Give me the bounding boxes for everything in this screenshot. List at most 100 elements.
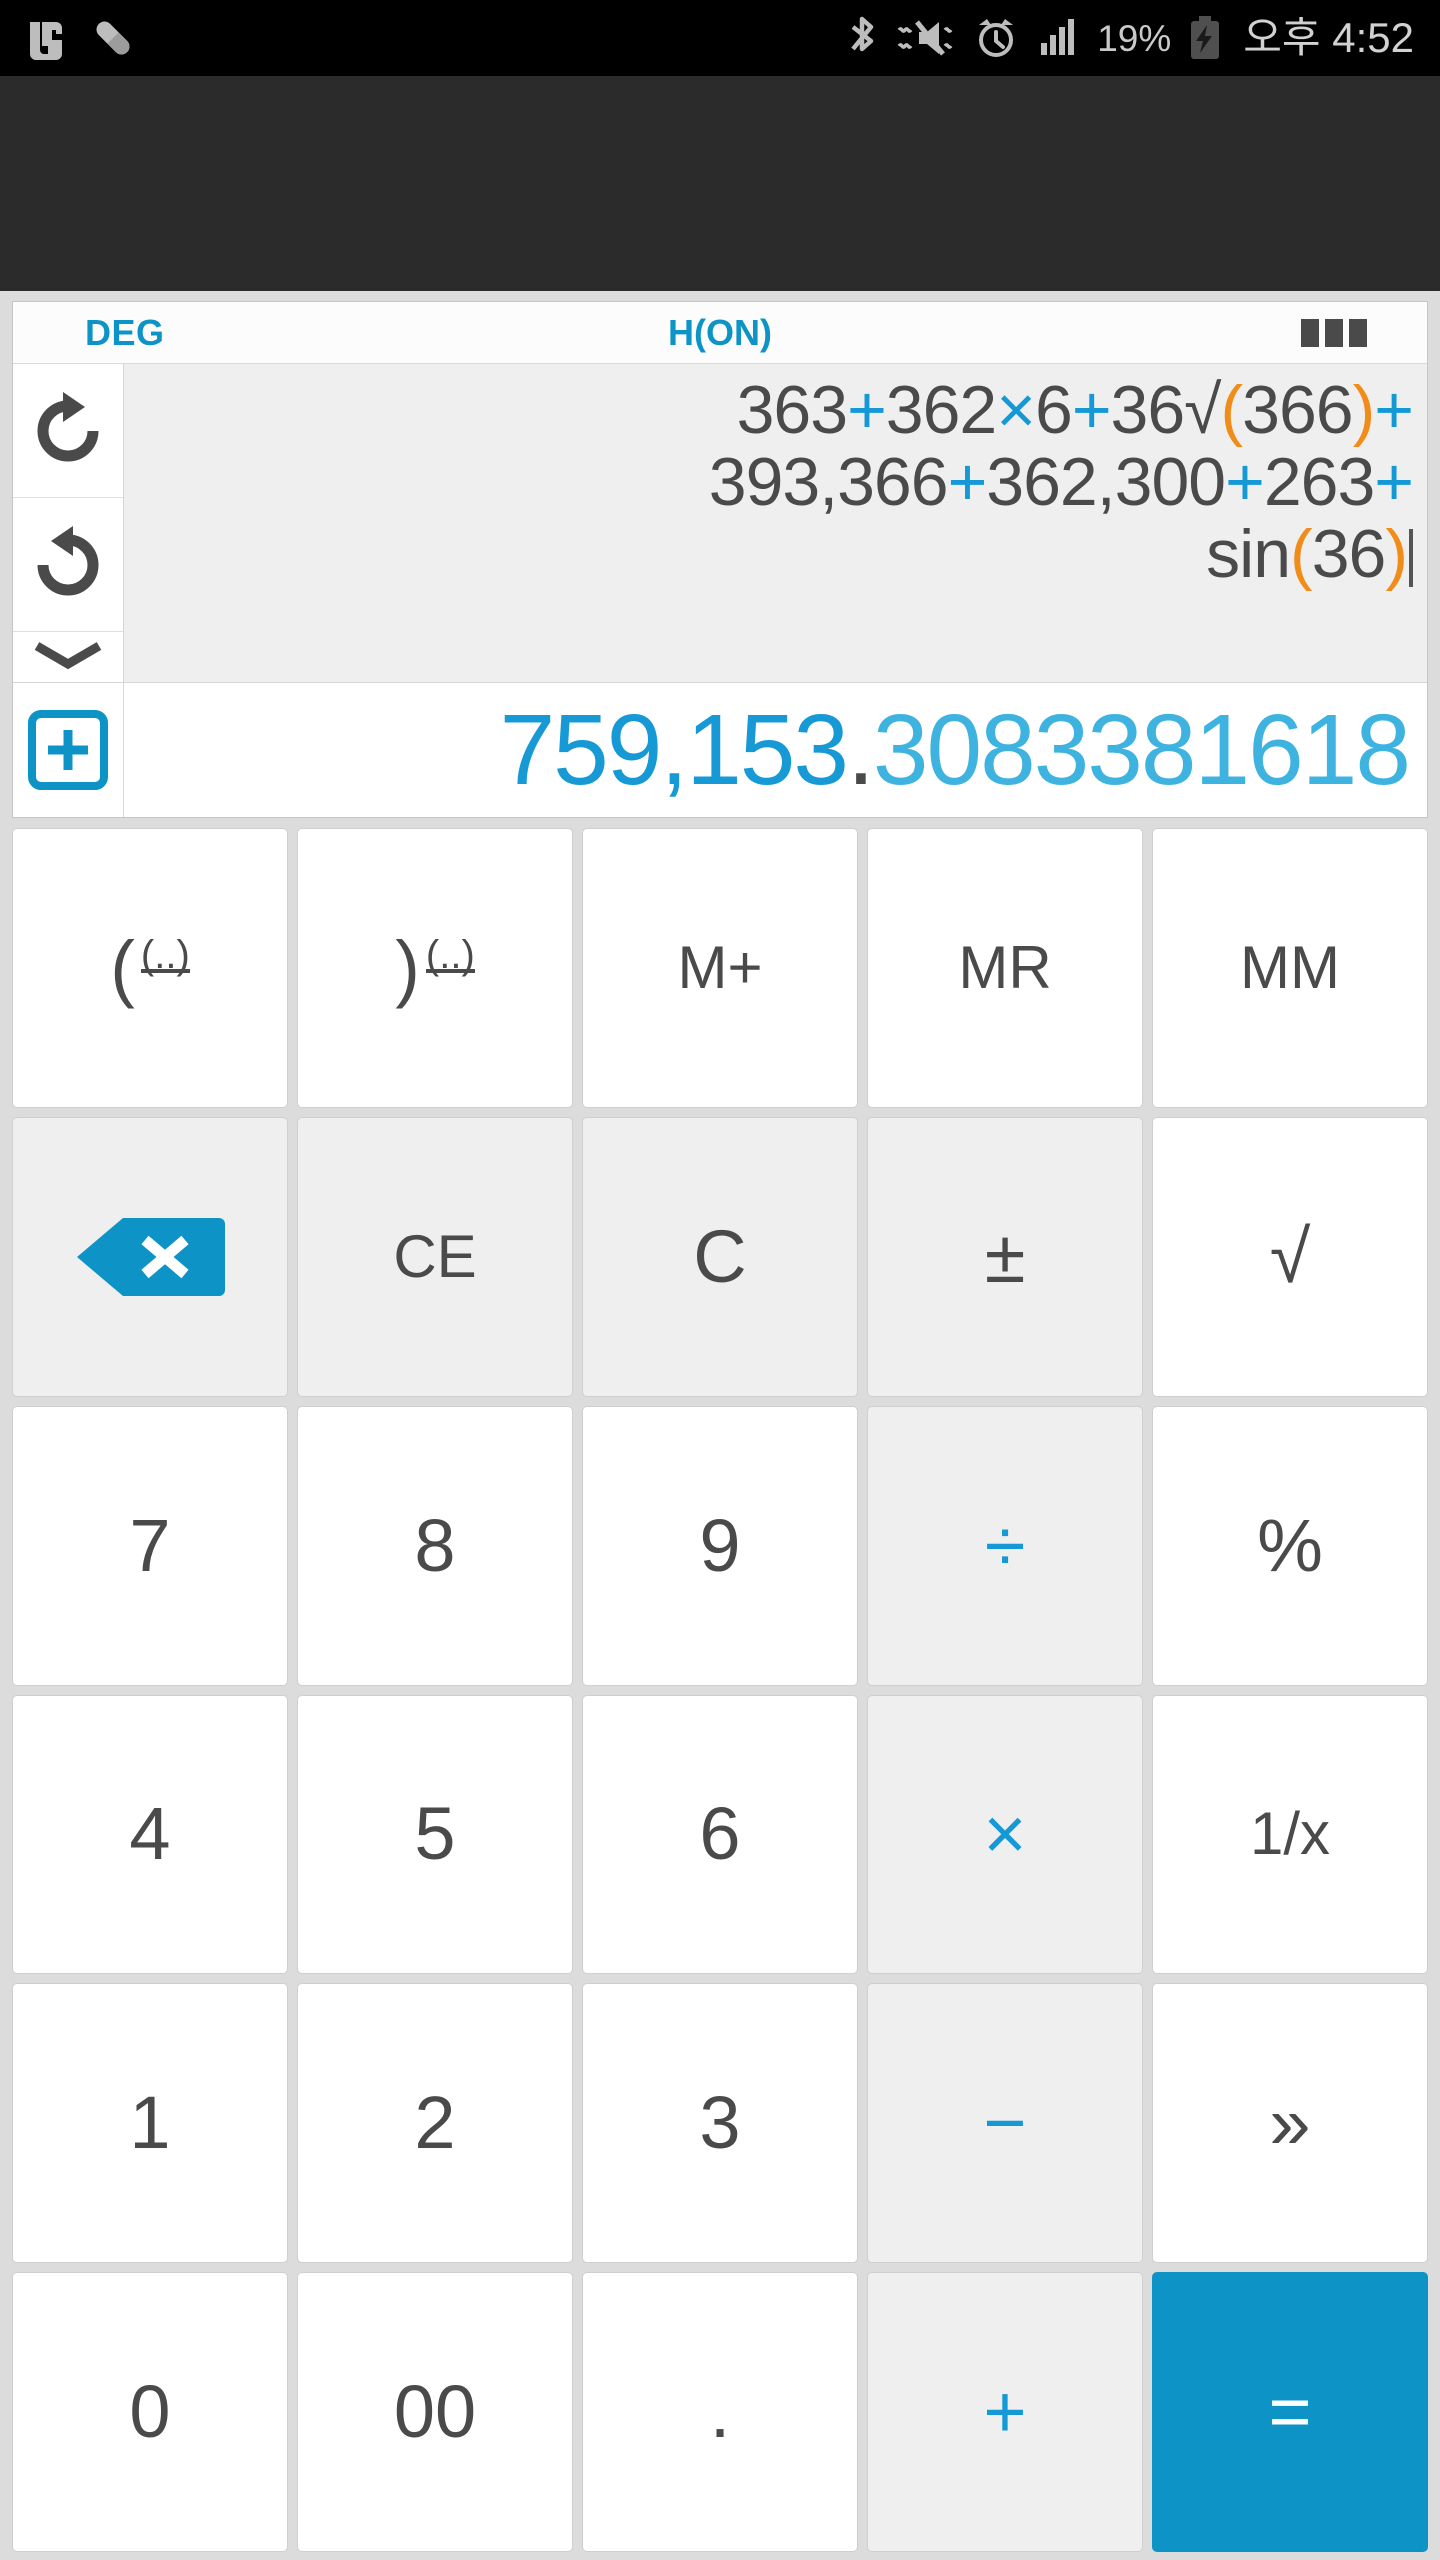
- expression-line: 393,366+362,300+263+: [144, 444, 1414, 520]
- key-equals[interactable]: =: [1152, 2272, 1428, 2552]
- undo-icon: [37, 525, 99, 595]
- key-label: %: [1257, 1503, 1323, 1587]
- signal-bars-icon: [1041, 19, 1075, 55]
- display-status-bar: DEG H(ON): [13, 302, 1427, 364]
- expression-token: (: [1290, 516, 1313, 592]
- alarm-icon: [979, 19, 1014, 57]
- memory-plus-boxed-icon: [28, 710, 108, 790]
- key-label: 1/x: [1249, 1800, 1331, 1868]
- key-digit-8[interactable]: 8: [297, 1405, 573, 1686]
- expression-token: 366: [1242, 372, 1353, 448]
- key-label: MM: [1240, 933, 1340, 1001]
- key-label: =: [1268, 2370, 1312, 2454]
- key-label: M+: [677, 933, 763, 1001]
- key-label: 6: [699, 1792, 741, 1876]
- key-label: C: [693, 1214, 747, 1298]
- key-label: 8: [414, 1503, 456, 1587]
- key-backspace[interactable]: [12, 1116, 288, 1397]
- key-digit-9[interactable]: 9: [582, 1405, 858, 1686]
- angle-mode-indicator[interactable]: DEG: [85, 312, 165, 354]
- expression-token: +: [947, 444, 988, 520]
- key-label: +: [983, 2370, 1027, 2454]
- key-plus-minus[interactable]: ±: [867, 1116, 1143, 1397]
- expression-display[interactable]: 363+362×6+36√(366)+ 393,366+362,300+263+…: [124, 364, 1427, 682]
- key-more-functions[interactable]: »: [1152, 1983, 1428, 2264]
- app-background-band: [0, 76, 1440, 291]
- key-digit-double-zero[interactable]: 00: [297, 2272, 573, 2552]
- key-label: 5: [414, 1792, 456, 1876]
- menu-dots-icon[interactable]: [1301, 318, 1367, 347]
- key-close-paren[interactable]: ) (..): [297, 828, 573, 1108]
- key-divide[interactable]: ÷: [867, 1405, 1143, 1686]
- key-square-root[interactable]: √: [1152, 1116, 1428, 1397]
- collapse-button[interactable]: [13, 632, 123, 682]
- key-label: 0: [129, 2370, 171, 2454]
- key-label: 3: [699, 2081, 741, 2165]
- key-label: MR: [958, 933, 1052, 1001]
- key-memory-recall[interactable]: MR: [867, 828, 1143, 1108]
- face-decoration: (..): [140, 932, 190, 977]
- display-panel: DEG H(ON) 363+362×6+36√(366)+ 393,366+36…: [12, 301, 1428, 818]
- key-subtract[interactable]: −: [867, 1983, 1143, 2264]
- expression-token: +: [1071, 372, 1112, 448]
- key-clear-entry[interactable]: CE: [297, 1116, 573, 1397]
- key-label: 9: [699, 1503, 741, 1587]
- key-memory-manager[interactable]: MM: [1152, 828, 1428, 1108]
- key-multiply[interactable]: ×: [867, 1694, 1143, 1975]
- paren-symbol: ): [395, 925, 420, 1009]
- expression-token: 393,366: [708, 444, 949, 520]
- key-label: CE: [393, 1222, 477, 1290]
- battery-charging-icon: [1191, 16, 1220, 59]
- memory-plus-button[interactable]: [13, 683, 124, 817]
- face-decoration: (..): [425, 932, 475, 977]
- expression-token: 362,300: [986, 444, 1226, 520]
- key-percent[interactable]: %: [1152, 1405, 1428, 1686]
- key-digit-1[interactable]: 1: [12, 1983, 288, 2264]
- result-decimal-separator: .: [847, 694, 875, 806]
- status-bar-left-icons: [24, 16, 134, 60]
- result-decimal-part: 3083381618: [872, 694, 1411, 806]
- key-digit-5[interactable]: 5: [297, 1694, 573, 1975]
- paren-symbol: (: [110, 925, 135, 1009]
- key-label: 4: [129, 1792, 171, 1876]
- key-label: 7: [129, 1503, 171, 1587]
- key-digit-3[interactable]: 3: [582, 1983, 858, 2264]
- app-notification-icon: [30, 22, 62, 60]
- calculator-app: DEG H(ON) 363+362×6+36√(366)+ 393,366+36…: [0, 291, 1440, 2560]
- key-add[interactable]: +: [867, 2272, 1143, 2552]
- key-digit-0[interactable]: 0: [12, 2272, 288, 2552]
- expression-token: ): [1352, 372, 1376, 448]
- key-digit-2[interactable]: 2: [297, 1983, 573, 2264]
- redo-icon: [37, 391, 99, 461]
- text-cursor: [1409, 529, 1413, 587]
- key-label: ÷: [984, 1503, 1026, 1587]
- redo-button[interactable]: [13, 364, 123, 498]
- expression-token: 363: [736, 372, 848, 448]
- expression-token: +: [1374, 444, 1414, 520]
- battery-percent-label: 19%: [1097, 17, 1172, 59]
- expression-token: +: [847, 372, 887, 448]
- key-open-paren[interactable]: ((..): [12, 828, 288, 1108]
- key-label: 1: [129, 2081, 171, 2165]
- key-reciprocal[interactable]: 1/x: [1152, 1694, 1428, 1975]
- key-label: 2: [414, 2081, 456, 2165]
- expression-region: 363+362×6+36√(366)+ 393,366+362,300+263+…: [13, 364, 1427, 682]
- expression-token: ×: [996, 372, 1036, 448]
- key-digit-6[interactable]: 6: [582, 1694, 858, 1975]
- key-clear-all[interactable]: C: [582, 1116, 858, 1397]
- key-decimal-point[interactable]: .: [582, 2272, 858, 2552]
- history-mode-indicator[interactable]: H(ON): [668, 312, 772, 354]
- key-label: 00: [393, 2370, 477, 2454]
- tool-column: [13, 364, 124, 682]
- key-digit-7[interactable]: 7: [12, 1405, 288, 1686]
- expression-token: (: [1220, 372, 1244, 448]
- status-bar-clock: 오후 4:52: [1243, 14, 1414, 61]
- undo-button[interactable]: [13, 498, 123, 632]
- expression-line: sin(36): [144, 518, 1413, 590]
- key-digit-4[interactable]: 4: [12, 1694, 288, 1975]
- key-label: √: [1269, 1214, 1311, 1298]
- status-bar-right-icons: 19% 오후 4:52: [845, 15, 1414, 61]
- expression-token: 362: [885, 372, 997, 448]
- expression-token: 6: [1034, 372, 1073, 448]
- key-memory-add[interactable]: M+: [582, 828, 858, 1108]
